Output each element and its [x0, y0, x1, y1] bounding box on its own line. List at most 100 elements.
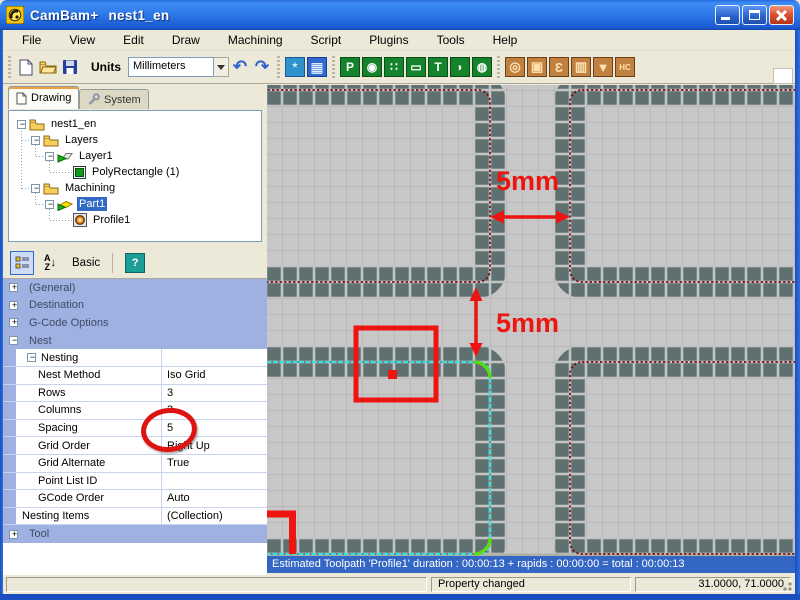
tree-item-document[interactable]: nest1_en — [17, 116, 98, 132]
property-row-columns[interactable]: Columns 3 — [3, 402, 267, 420]
status-message: Property changed — [431, 577, 631, 592]
open-file-icon[interactable] — [37, 55, 59, 79]
surface-icon[interactable]: ◍ — [472, 57, 492, 77]
minimize-icon — [721, 17, 730, 20]
engrave-op-icon[interactable]: Ɛ — [549, 57, 569, 77]
menu-view[interactable]: View — [55, 30, 109, 50]
status-pane-empty — [6, 577, 427, 592]
drill-op-icon[interactable]: ▼ — [593, 57, 613, 77]
tree-item-machining[interactable]: Machining — [31, 180, 117, 196]
menu-edit[interactable]: Edit — [109, 30, 158, 50]
polyrectangle-icon — [73, 166, 86, 179]
rectangle-icon[interactable]: ▭ — [406, 57, 426, 77]
pointlist-icon[interactable]: ∷ — [384, 57, 404, 77]
expand-icon[interactable] — [17, 120, 26, 129]
polyline-icon[interactable]: P — [340, 57, 360, 77]
tree-item-layers[interactable]: Layers — [31, 132, 100, 148]
menu-machining[interactable]: Machining — [214, 30, 297, 50]
menu-tools[interactable]: Tools — [423, 30, 479, 50]
help-icon[interactable]: ? — [125, 253, 145, 273]
toolbar-grip[interactable] — [330, 55, 337, 79]
property-row-nesting-items[interactable]: Nesting Items (Collection) — [3, 508, 267, 526]
tree-item-polyrectangle[interactable]: PolyRectangle (1) — [73, 164, 181, 180]
title-bar[interactable]: CamBam+nest1_en — [0, 0, 800, 30]
property-category-tool[interactable]: Tool — [3, 525, 267, 543]
tree-item-part1[interactable]: Part1 — [45, 196, 107, 212]
resize-grip[interactable] — [781, 580, 793, 592]
profile-op-icon[interactable]: ◎ — [505, 57, 525, 77]
units-label: Units — [91, 60, 121, 74]
dimension-label-vertical: 5mm — [496, 308, 559, 338]
property-category-destination[interactable]: Destination — [3, 297, 267, 315]
property-row-grid-order[interactable]: Grid Order Right Up — [3, 437, 267, 455]
toolbar: Units Millimeters ↶ ↷ * ▦ P ◉ ∷ ▭ T ◗ ◍ … — [0, 51, 800, 84]
toolbar-grip[interactable] — [275, 55, 282, 79]
annotation-dot — [388, 370, 397, 379]
tab-system[interactable]: System — [79, 89, 149, 109]
expand-icon[interactable] — [9, 530, 18, 539]
toolbar-overflow-box — [773, 68, 793, 84]
pocket-op-icon[interactable]: ▣ — [527, 57, 547, 77]
close-button[interactable] — [769, 5, 794, 25]
categorized-view-icon[interactable] — [10, 251, 34, 275]
new-file-icon[interactable] — [15, 55, 37, 79]
expand-icon[interactable] — [9, 318, 18, 327]
grid-toggle-icon[interactable]: ▦ — [307, 57, 327, 77]
expand-icon[interactable] — [31, 184, 40, 193]
maximize-button[interactable] — [742, 5, 767, 25]
property-row-gcode-order[interactable]: GCode Order Auto — [3, 490, 267, 508]
units-dropdown-arrow-icon[interactable] — [214, 57, 229, 77]
units-combobox[interactable]: Millimeters — [128, 57, 214, 77]
arc-icon[interactable]: ◗ — [450, 57, 470, 77]
window-border-right — [795, 30, 800, 600]
circle-icon[interactable]: ◉ — [362, 57, 382, 77]
drawing-tree[interactable]: nest1_en Layers Layer1 PolyRectangle (1)… — [8, 110, 262, 242]
undo-icon[interactable]: ↶ — [229, 55, 251, 79]
menu-draw[interactable]: Draw — [158, 30, 214, 50]
property-row-grid-alternate[interactable]: Grid Alternate True — [3, 455, 267, 473]
expand-icon[interactable] — [9, 283, 18, 292]
snap-icon[interactable]: * — [285, 57, 305, 77]
expand-icon[interactable] — [31, 136, 40, 145]
expand-icon[interactable] — [9, 336, 18, 345]
part-icon — [57, 198, 73, 211]
status-bar: Property changed 31.0000, 71.0000 — [3, 575, 795, 594]
menu-script[interactable]: Script — [297, 30, 356, 50]
page-icon — [16, 92, 27, 105]
tree-item-layer1[interactable]: Layer1 — [45, 148, 115, 164]
alphabetical-sort-icon[interactable]: AZ↓ — [38, 251, 62, 275]
tree-item-profile1[interactable]: Profile1 — [73, 212, 132, 228]
property-category-nest[interactable]: Nest — [3, 332, 267, 350]
lathe-op-icon[interactable]: ▥ — [571, 57, 591, 77]
tab-drawing[interactable]: Drawing — [8, 86, 79, 109]
menu-help[interactable]: Help — [479, 30, 532, 50]
property-category-general[interactable]: (General) — [3, 279, 267, 297]
gcode-op-icon[interactable]: HC — [615, 57, 635, 77]
toolbar-grip[interactable] — [6, 55, 13, 79]
drawing-canvas[interactable]: 5mm 5mm — [267, 85, 795, 556]
property-row-nest-method[interactable]: Nest Method Iso Grid — [3, 367, 267, 385]
save-icon[interactable] — [59, 55, 81, 79]
minimize-button[interactable] — [715, 5, 740, 25]
maximize-icon — [749, 10, 760, 20]
toolpath-info-bar: Estimated Toolpath 'Profile1' duration :… — [267, 556, 795, 573]
expand-icon[interactable] — [45, 152, 54, 161]
expand-icon[interactable] — [27, 353, 36, 362]
property-category-gcode-options[interactable]: G-Code Options — [3, 314, 267, 332]
toolbar-grip[interactable] — [495, 55, 502, 79]
left-panel: Drawing System nest1_en — [3, 84, 267, 575]
expand-icon[interactable] — [9, 301, 18, 310]
folder-icon — [29, 118, 45, 131]
window-border-left — [0, 30, 3, 600]
property-row-point-list-id[interactable]: Point List ID — [3, 473, 267, 491]
property-row-nesting[interactable]: Nesting — [3, 349, 267, 367]
cambam-window: CamBam+nest1_en File View Edit Draw Mach… — [0, 0, 800, 600]
folder-icon — [43, 182, 59, 195]
expand-icon[interactable] — [45, 200, 54, 209]
property-row-rows[interactable]: Rows 3 — [3, 385, 267, 403]
text-icon[interactable]: T — [428, 57, 448, 77]
redo-icon[interactable]: ↷ — [251, 55, 273, 79]
property-row-spacing[interactable]: Spacing 5 — [3, 420, 267, 438]
menu-file[interactable]: File — [8, 30, 55, 50]
menu-plugins[interactable]: Plugins — [355, 30, 422, 50]
